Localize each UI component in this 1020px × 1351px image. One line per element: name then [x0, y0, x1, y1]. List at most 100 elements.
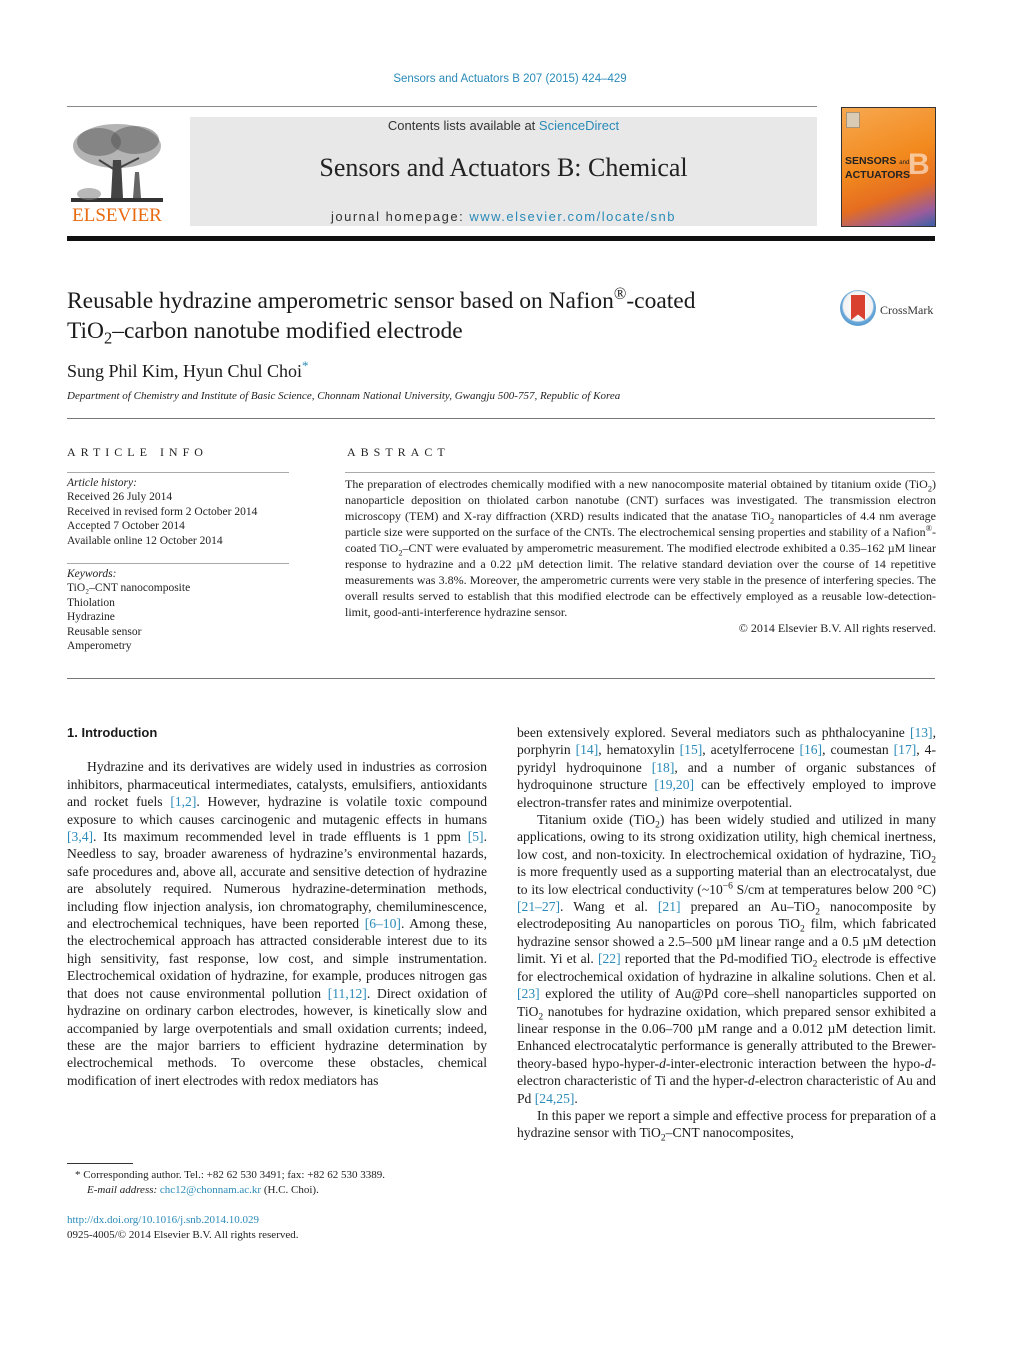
body-text: , acetylferrocene	[702, 742, 800, 758]
reference-link[interactable]: [6–10]	[365, 916, 401, 931]
issn-copyright: 0925-4005/© 2014 Elsevier B.V. All right…	[67, 1229, 299, 1241]
history-item: Received 26 July 2014	[67, 491, 173, 504]
homepage-line: journal homepage: www.elsevier.com/locat…	[190, 209, 817, 224]
title-part1: Reusable hydrazine amperometric sensor b…	[67, 288, 614, 314]
history-item: Received in revised form 2 October 2014	[67, 505, 258, 518]
body-text: , hematoxylin	[598, 742, 680, 758]
footnote-divider	[67, 1163, 133, 1164]
footnote-text: Corresponding author. Tel.: +82 62 530 3…	[80, 1169, 385, 1181]
title-line2-pre: TiO	[67, 318, 105, 344]
reference-link[interactable]: [14]	[576, 742, 599, 757]
body-text: . Wang et al.	[560, 899, 658, 915]
article-info-heading: ARTICLE INFO	[67, 445, 208, 459]
doi-block: http://dx.doi.org/10.1016/j.snb.2014.10.…	[67, 1213, 299, 1243]
journal-title: Sensors and Actuators B: Chemical	[319, 153, 688, 182]
corresponding-author-footnote: * Corresponding author. Tel.: +82 62 530…	[75, 1168, 385, 1198]
cover-line1: SENSORS	[845, 155, 897, 167]
abstract-copyright: © 2014 Elsevier B.V. All rights reserved…	[738, 621, 936, 635]
divider	[67, 563, 289, 564]
top-divider	[67, 106, 817, 107]
body-column-right: been extensively explored. Several media…	[517, 724, 936, 1144]
authors: Sung Phil Kim, Hyun Chul Choi*	[67, 358, 309, 382]
intro-paragraph-2: Titanium oxide (TiO2) has been widely st…	[517, 811, 936, 1107]
keyword: Thiolation	[67, 596, 115, 609]
divider	[67, 678, 935, 679]
article-history: Article history: Received 26 July 2014 R…	[67, 476, 257, 548]
divider	[345, 472, 935, 473]
abstract-body: The preparation of electrodes chemically…	[345, 476, 936, 636]
body-text: -inter-electronic interaction between th…	[665, 1055, 925, 1071]
sciencedirect-link[interactable]: ScienceDirect	[539, 118, 619, 133]
abstract-text: –CNT were evaluated by amperometric meas…	[345, 541, 936, 619]
citation-link[interactable]: Sensors and Actuators B 207 (2015) 424–4…	[393, 73, 626, 85]
header-thick-divider	[67, 236, 935, 241]
journal-cover-image[interactable]: B SENSORS and ACTUATORS	[841, 107, 936, 227]
cover-elsevier-mini-logo	[846, 112, 860, 128]
history-label: Article history:	[67, 477, 137, 489]
footnote-line-1: * Corresponding author. Tel.: +82 62 530…	[75, 1168, 385, 1183]
reference-link[interactable]: [22]	[598, 951, 621, 966]
footnote-line-2: E-mail address: chc12@chonnam.ac.kr (H.C…	[75, 1183, 385, 1198]
homepage-prefix: journal homepage:	[331, 209, 470, 224]
homepage-link[interactable]: www.elsevier.com/locate/snb	[469, 209, 676, 224]
reference-link[interactable]: [23]	[517, 986, 540, 1001]
keyword: Hydrazine	[67, 611, 115, 624]
crossmark-button[interactable]: CrossMark	[840, 290, 940, 330]
abstract-paragraph: The preparation of electrodes chemically…	[345, 476, 936, 620]
email-label: E-mail address:	[87, 1184, 160, 1196]
body-text: , coumestan	[822, 742, 894, 758]
keyword: Reusable sensor	[67, 625, 142, 638]
crossmark-label: CrossMark	[880, 303, 934, 317]
reference-link[interactable]: [15]	[680, 742, 703, 757]
divider	[67, 418, 935, 419]
journal-header-box: Contents lists available at ScienceDirec…	[190, 117, 817, 226]
tree-logo-icon	[71, 124, 163, 202]
reference-link[interactable]: [21–27]	[517, 899, 560, 914]
reference-link[interactable]: [5]	[468, 829, 484, 844]
journal-citation[interactable]: Sensors and Actuators B 207 (2015) 424–4…	[0, 73, 1020, 85]
reference-link[interactable]: [16]	[799, 742, 822, 757]
elsevier-logo[interactable]: ELSEVIER	[67, 116, 167, 226]
body-text: –CNT nanocomposites,	[665, 1125, 794, 1141]
superscript: −6	[722, 881, 733, 892]
author-names: Sung Phil Kim, Hyun Chul Choi	[67, 361, 303, 381]
contents-prefix: Contents lists available at	[387, 118, 539, 133]
body-text: been extensively explored. Several media…	[517, 725, 910, 740]
affiliation: Department of Chemistry and Institute of…	[67, 390, 621, 402]
body-text: .	[574, 1090, 578, 1106]
email-suffix: (H.C. Choi).	[261, 1184, 319, 1196]
title-line2-post: –carbon nanotube modified electrode	[112, 318, 463, 344]
corresponding-author-mark[interactable]: *	[302, 358, 309, 373]
keyword: Amperometry	[67, 640, 132, 653]
reference-link[interactable]: [21]	[658, 899, 681, 914]
section-heading-introduction: 1. Introduction	[67, 725, 158, 740]
body-text: S/cm at temperatures below 200 °C)	[732, 881, 936, 897]
reference-link[interactable]: [13]	[910, 725, 933, 740]
doi-link[interactable]: http://dx.doi.org/10.1016/j.snb.2014.10.…	[67, 1213, 299, 1228]
italic-text: d	[747, 1073, 755, 1089]
intro-paragraph-1-cont: been extensively explored. Several media…	[517, 724, 936, 811]
abstract-text: The preparation of electrodes chemically…	[345, 477, 928, 491]
reference-link[interactable]: [1,2]	[170, 794, 196, 809]
reference-link[interactable]: [17]	[894, 742, 917, 757]
email-link[interactable]: chc12@chonnam.ac.kr	[160, 1184, 261, 1196]
elsevier-wordmark: ELSEVIER	[72, 205, 162, 226]
italic-text: d	[659, 1055, 666, 1071]
history-item: Available online 12 October 2014	[67, 534, 223, 547]
keyword: TiO₂–CNT nanocomposite	[67, 582, 191, 595]
reference-link[interactable]: [18]	[652, 760, 675, 775]
intro-paragraph-1: Hydrazine and its derivatives are widely…	[67, 758, 487, 1089]
contents-line: Contents lists available at ScienceDirec…	[190, 118, 817, 133]
body-text: Titanium oxide (TiO	[537, 812, 656, 828]
divider	[67, 472, 289, 473]
reference-link[interactable]: [11,12]	[328, 986, 367, 1001]
reference-link[interactable]: [24,25]	[535, 1091, 575, 1106]
keywords-label: Keywords:	[67, 568, 117, 580]
body-text: reported that the Pd-modified TiO	[620, 951, 813, 967]
history-item: Accepted 7 October 2014	[67, 520, 185, 533]
reference-link[interactable]: [3,4]	[67, 829, 93, 844]
body-text: . Its maximum recommended level in trade…	[93, 829, 468, 845]
cover-line1-small: and	[899, 160, 910, 166]
reference-link[interactable]: [19,20]	[654, 777, 694, 792]
abstract-heading: ABSTRACT	[347, 445, 450, 459]
